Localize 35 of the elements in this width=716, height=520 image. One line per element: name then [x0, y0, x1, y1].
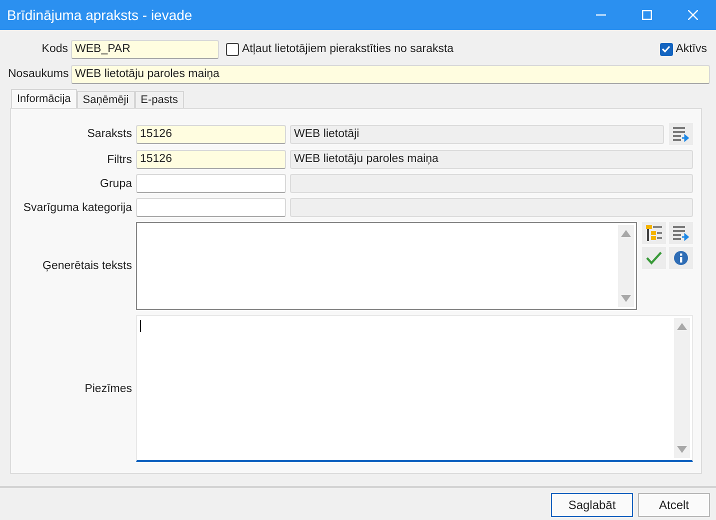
name-field: WEB lietotāji	[290, 124, 664, 144]
checkbox[interactable]: Atļaut lietotājiem pierakstīties no saraksta	[226, 42, 454, 56]
checkbox[interactable]: Aktīvs	[660, 42, 707, 56]
checkmark-icon[interactable]	[642, 247, 666, 269]
name-field: WEB lietotāju paroles maiņa	[290, 150, 693, 169]
code-field[interactable]	[136, 174, 286, 193]
code-field[interactable]: WEB_PAR	[71, 40, 219, 58]
folder-tree-icon[interactable]	[642, 222, 666, 244]
dialog-button[interactable]: Saglabāt	[551, 492, 633, 516]
field-label: Ģenerētais teksts	[42, 260, 132, 272]
tab[interactable]: Informācija	[11, 89, 77, 108]
field-label: Svarīguma kategorija	[22, 202, 132, 214]
scroll-up-icon[interactable]	[621, 230, 631, 237]
scroll-up-icon[interactable]	[677, 323, 687, 330]
tab[interactable]: Saņēmēji	[76, 91, 135, 108]
field-label: Saraksts	[86, 128, 132, 140]
code-field[interactable]: 15126	[136, 124, 286, 144]
text-area[interactable]	[136, 222, 637, 310]
scroll-down-icon[interactable]	[677, 446, 687, 453]
field-label: Piezīmes	[84, 382, 132, 394]
window-title: Brīdinājuma apraksts - ievade	[7, 7, 194, 23]
name-field[interactable]: WEB lietotāju paroles maiņa	[71, 64, 710, 84]
dialog-button[interactable]: Atcelt	[638, 492, 710, 516]
info-icon[interactable]	[669, 247, 693, 269]
scroll-down-icon[interactable]	[621, 295, 631, 302]
close-icon[interactable]	[688, 10, 698, 20]
field-label: Filtrs	[106, 154, 132, 166]
field-label: Grupa	[99, 178, 132, 190]
check-icon	[661, 44, 672, 54]
field-label: Kods	[40, 43, 68, 55]
field-label: Nosaukums	[8, 68, 68, 80]
maximize-icon[interactable]	[642, 10, 652, 20]
tab[interactable]: E-pasts	[134, 91, 184, 108]
code-field[interactable]: 15126	[136, 150, 286, 169]
code-field[interactable]	[136, 198, 286, 217]
